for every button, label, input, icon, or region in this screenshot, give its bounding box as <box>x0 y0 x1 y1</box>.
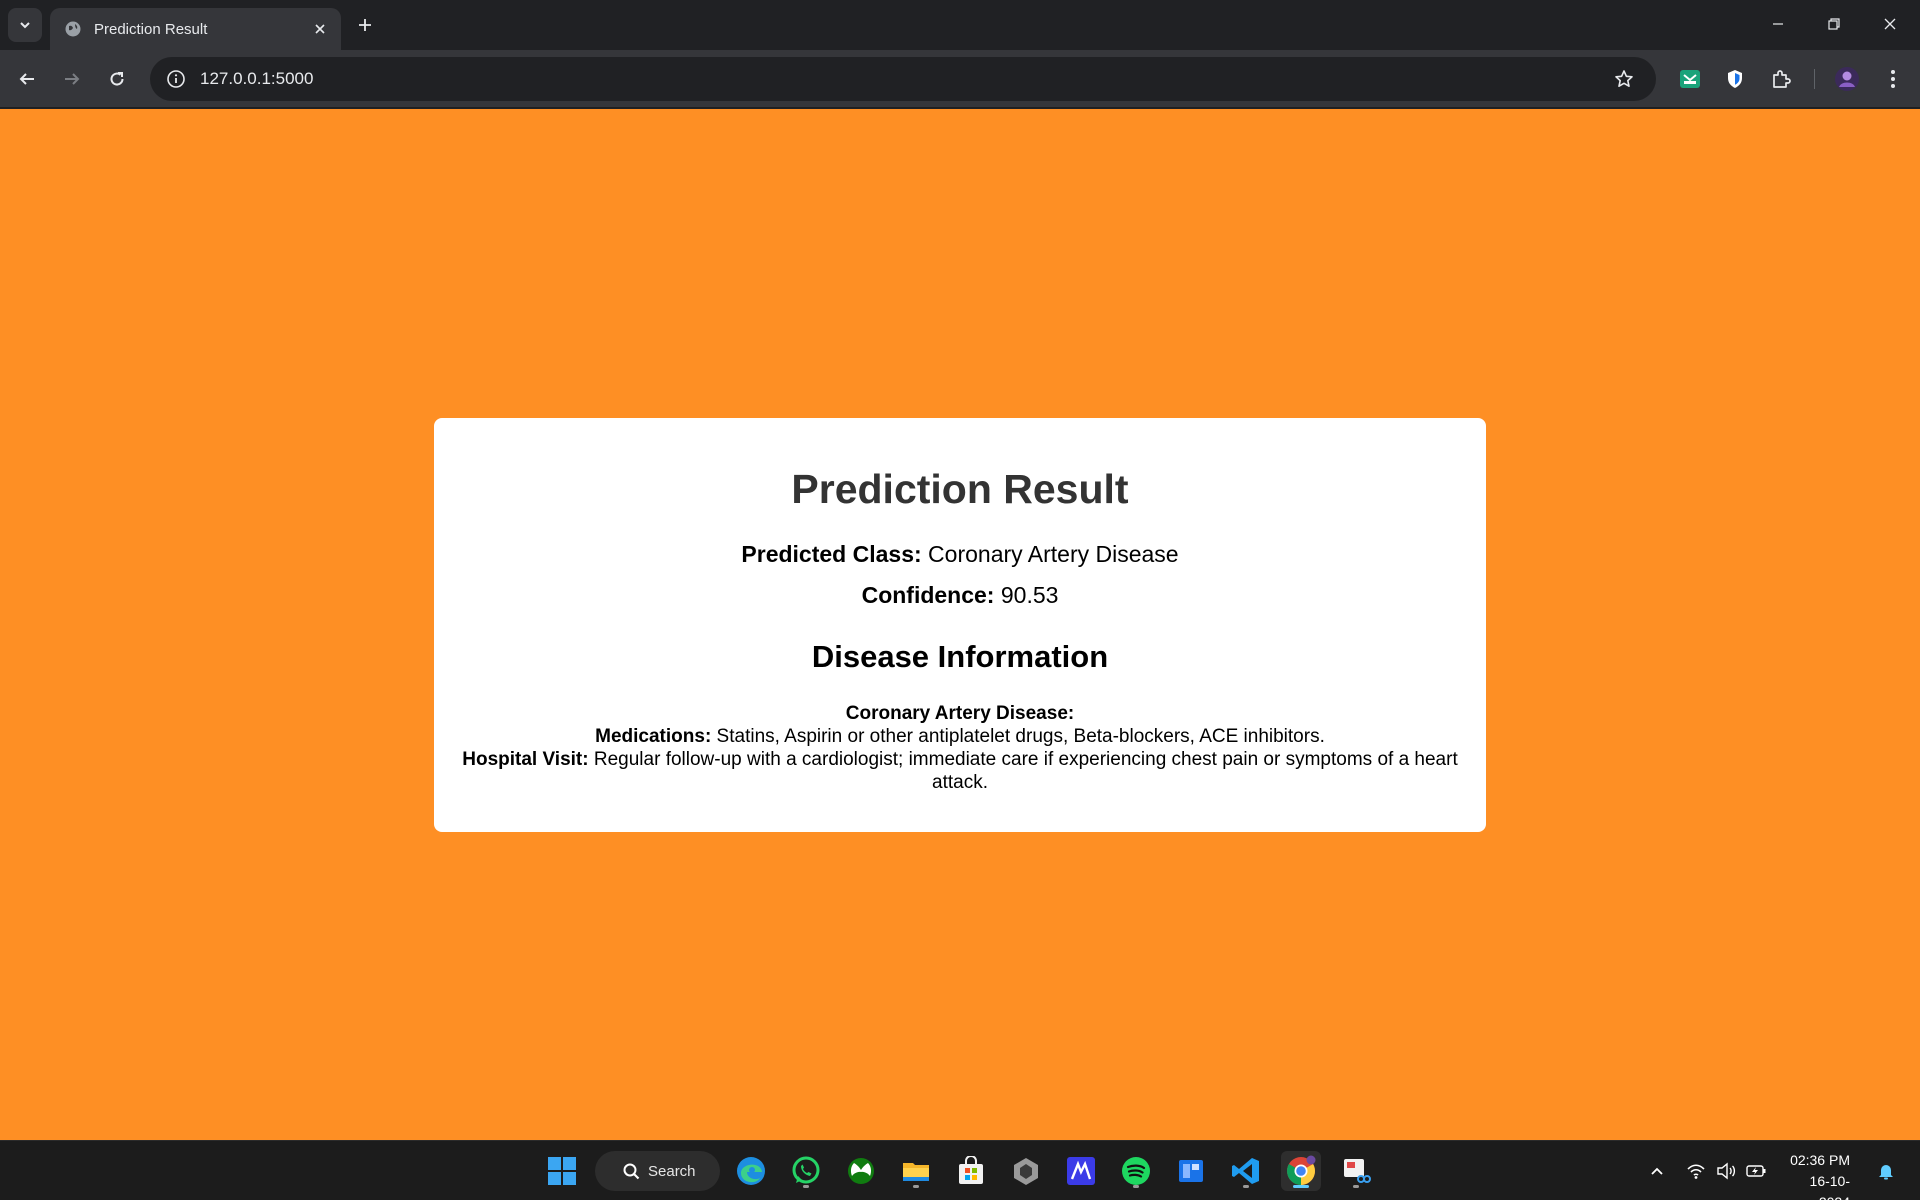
vscode-app[interactable] <box>1226 1151 1266 1191</box>
tab-title: Prediction Result <box>94 20 208 38</box>
predicted-class-label: Predicted Class: <box>741 541 922 567</box>
back-button[interactable] <box>10 62 44 96</box>
disease-name: Coronary Artery Disease: <box>845 703 1075 724</box>
system-clock[interactable]: 02:36 PM 16-10-2024 <box>1780 1150 1850 1200</box>
taskbar-search-label: Search <box>648 1162 696 1180</box>
running-indicator <box>1353 1185 1359 1188</box>
arrow-left-icon <box>19 73 34 85</box>
reload-button[interactable] <box>100 62 134 96</box>
hospital-visit-line: Hospital Visit: Regular follow-up with a… <box>458 748 1462 794</box>
snipping-tool-icon <box>1344 1159 1371 1183</box>
snipping-tool-app[interactable] <box>1336 1151 1376 1191</box>
taskbar-search[interactable]: Search <box>595 1151 720 1191</box>
restore-button[interactable] <box>1806 0 1862 48</box>
file-explorer-app[interactable] <box>896 1151 936 1191</box>
result-card: Prediction Result Predicted Class: Coron… <box>434 418 1486 832</box>
minimize-icon <box>1773 23 1783 25</box>
whatsapp-app[interactable] <box>786 1151 826 1191</box>
xbox-app[interactable] <box>841 1151 881 1191</box>
running-indicator <box>913 1185 919 1188</box>
site-info-icon[interactable] <box>154 57 198 101</box>
more-menu-icon[interactable] <box>1876 62 1910 96</box>
blue-app-icon <box>1179 1160 1203 1182</box>
whatsapp-icon <box>792 1156 820 1184</box>
hospital-visit-value: Regular follow-up with a cardiologist; i… <box>593 749 1458 793</box>
bookmark-star-icon[interactable] <box>1602 57 1646 101</box>
windows-logo-icon <box>548 1157 576 1185</box>
battery-icon[interactable] <box>1744 1159 1768 1183</box>
chrome-icon <box>1287 1155 1316 1185</box>
show-hidden-icons[interactable] <box>1645 1159 1669 1183</box>
confidence-label: Confidence: <box>861 582 995 608</box>
confidence-line: Confidence: 90.53 <box>434 582 1486 609</box>
toolbar-divider <box>1814 69 1815 89</box>
spotify-icon <box>1122 1157 1150 1185</box>
m-app[interactable] <box>1061 1151 1101 1191</box>
predicted-class-value: Coronary Artery Disease <box>928 541 1179 567</box>
medications-line: Medications: Statins, Aspirin or other a… <box>458 725 1462 748</box>
page-viewport: Prediction Result Predicted Class: Coron… <box>0 109 1920 1140</box>
taskbar: Search 02:36 PM 16-10- <box>0 1140 1920 1200</box>
running-indicator <box>803 1185 809 1188</box>
start-button[interactable] <box>542 1151 582 1191</box>
folder-icon <box>903 1163 929 1181</box>
chevron-down-icon <box>20 22 30 29</box>
predicted-class-line: Predicted Class: Coronary Artery Disease <box>434 541 1486 568</box>
search-icon <box>623 1163 640 1179</box>
tab-close-icon[interactable] <box>309 18 331 40</box>
reload-icon <box>110 72 124 86</box>
close-icon <box>1884 18 1896 30</box>
spotify-app[interactable] <box>1116 1151 1156 1191</box>
new-tab-button[interactable] <box>351 11 379 39</box>
volume-icon[interactable] <box>1714 1159 1738 1183</box>
medications-label: Medications: <box>595 726 712 747</box>
disease-info-heading: Disease Information <box>811 639 1109 674</box>
edge-app[interactable] <box>731 1151 771 1191</box>
chevron-up-icon <box>1651 1167 1663 1175</box>
restore-icon <box>1828 18 1840 30</box>
mail-extension-icon[interactable] <box>1673 62 1707 96</box>
notification-bell-icon[interactable] <box>1874 1159 1898 1183</box>
vscode-icon <box>1232 1158 1259 1184</box>
hospital-visit-label: Hospital Visit: <box>462 749 589 770</box>
clock-time: 02:36 PM <box>1790 1152 1850 1168</box>
running-indicator <box>1133 1185 1139 1188</box>
tab-search-button[interactable] <box>8 8 42 42</box>
shield-extension-icon[interactable] <box>1718 62 1752 96</box>
medications-value: Statins, Aspirin or other antiplatelet d… <box>716 726 1325 747</box>
running-indicator <box>1243 1185 1249 1188</box>
arrow-right-icon <box>65 73 80 85</box>
url-text[interactable]: 127.0.0.1:5000 <box>200 69 1602 89</box>
chrome-app[interactable] <box>1281 1151 1321 1191</box>
unity-icon <box>1014 1158 1038 1185</box>
edge-icon <box>737 1157 765 1185</box>
browser-toolbar: 127.0.0.1:5000 <box>0 50 1920 108</box>
address-bar[interactable]: 127.0.0.1:5000 <box>150 57 1656 101</box>
xbox-icon <box>848 1158 874 1184</box>
store-icon <box>959 1156 983 1184</box>
extensions-puzzle-icon[interactable] <box>1764 62 1798 96</box>
minimize-button[interactable] <box>1750 0 1806 48</box>
profile-avatar[interactable] <box>1830 62 1864 96</box>
active-indicator <box>1293 1185 1309 1188</box>
blue-app[interactable] <box>1171 1151 1211 1191</box>
m-app-icon <box>1067 1157 1095 1185</box>
tab-strip: Prediction Result <box>0 0 1920 50</box>
confidence-value: 90.53 <box>1000 582 1059 608</box>
forward-button[interactable] <box>55 62 89 96</box>
browser-tab[interactable]: Prediction Result <box>50 8 341 50</box>
microsoft-store-app[interactable] <box>951 1151 991 1191</box>
close-window-button[interactable] <box>1862 0 1918 48</box>
unity-app[interactable] <box>1006 1151 1046 1191</box>
clock-date: 16-10-2024 <box>1809 1173 1850 1200</box>
plus-icon <box>359 19 371 31</box>
wifi-icon[interactable] <box>1684 1159 1708 1183</box>
page-title: Prediction Result <box>791 466 1129 512</box>
disease-info-block: Coronary Artery Disease: Medications: St… <box>458 702 1462 794</box>
globe-icon <box>64 20 82 38</box>
